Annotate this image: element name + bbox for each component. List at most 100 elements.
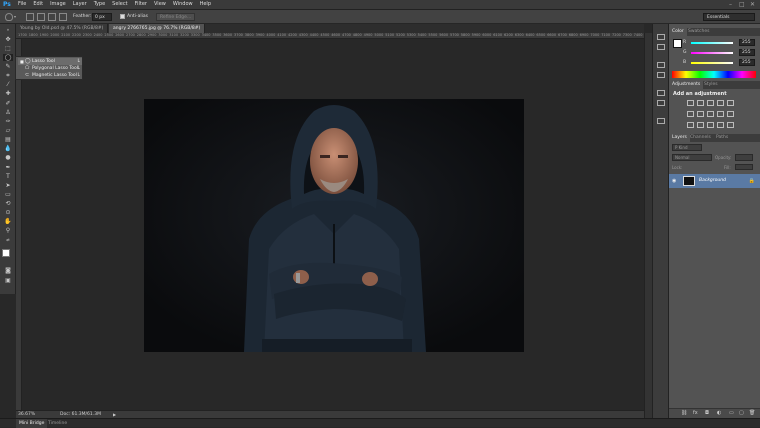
type-tool-icon[interactable]: T <box>3 173 13 180</box>
foreground-color-swatch[interactable] <box>2 249 10 257</box>
clone-stamp-tool-icon[interactable]: ♙ <box>3 109 13 116</box>
new-layer-icon[interactable]: ▢ <box>739 410 744 416</box>
tab-styles[interactable]: Styles <box>701 81 721 89</box>
fill-field[interactable] <box>735 164 753 170</box>
status-menu-arrow-icon[interactable]: ▶ <box>113 411 116 418</box>
eyedropper-tool-icon[interactable]: ⁄ <box>3 81 13 88</box>
history-panel-icon[interactable] <box>657 34 665 40</box>
properties-panel-icon[interactable] <box>657 44 665 50</box>
threshold-icon[interactable] <box>707 122 714 128</box>
anti-alias-checkbox[interactable] <box>120 14 125 19</box>
black-white-icon[interactable] <box>707 111 714 117</box>
menu-select[interactable]: Select <box>112 1 127 9</box>
minimize-icon[interactable]: – <box>729 1 732 8</box>
close-icon[interactable]: ✕ <box>750 1 755 8</box>
blend-mode-select[interactable]: Normal <box>672 154 712 161</box>
channel-mixer-icon[interactable] <box>727 111 734 117</box>
menu-view[interactable]: View <box>154 1 166 9</box>
color-spectrum-ramp[interactable] <box>672 71 756 78</box>
link-layers-icon[interactable]: ⛓ <box>681 410 687 416</box>
add-selection-icon[interactable] <box>37 13 45 21</box>
layer-mask-icon[interactable]: ◘ <box>705 410 709 416</box>
zoom-tool-icon[interactable]: ⚲ <box>3 227 13 234</box>
camera-tool-icon[interactable]: ⊙ <box>3 209 13 216</box>
3d-tool-icon[interactable]: ⟲ <box>3 200 13 207</box>
color-balance-icon[interactable] <box>697 111 704 117</box>
layer-name[interactable]: Background <box>699 178 726 183</box>
hue-saturation-icon[interactable] <box>687 111 694 117</box>
lasso-preset-icon[interactable] <box>5 13 13 21</box>
refine-edge-button[interactable]: Refine Edge... <box>156 13 196 21</box>
brightness-contrast-icon[interactable] <box>687 100 694 106</box>
flyout-lasso-tool[interactable]: ■ ◯ Lasso Tool L <box>18 58 82 65</box>
marquee-tool-icon[interactable]: ⬚ <box>3 45 13 52</box>
layer-style-icon[interactable]: fx <box>693 410 698 416</box>
layer-kind-filter[interactable]: P Kind <box>672 144 702 151</box>
vibrance-icon[interactable] <box>727 100 734 106</box>
curves-icon[interactable] <box>707 100 714 106</box>
photo-filter-icon[interactable] <box>717 111 724 117</box>
gradient-tool-icon[interactable]: ▤ <box>3 136 13 143</box>
pen-tool-icon[interactable]: ✒ <box>3 164 13 171</box>
path-selection-tool-icon[interactable]: ➤ <box>3 182 13 189</box>
subtract-selection-icon[interactable] <box>48 13 56 21</box>
brush-presets-panel-icon[interactable] <box>657 100 665 106</box>
clone-source-panel-icon[interactable] <box>657 118 665 124</box>
vertical-scrollbar[interactable] <box>644 33 652 418</box>
visibility-eye-icon[interactable]: ◉ <box>672 178 676 184</box>
menu-layer[interactable]: Layer <box>73 1 87 9</box>
levels-icon[interactable] <box>697 100 704 106</box>
hand-tool-icon[interactable]: ✋ <box>3 218 13 225</box>
healing-brush-tool-icon[interactable]: ✚ <box>3 90 13 97</box>
zoom-level[interactable]: 36.67% <box>18 411 35 418</box>
flyout-polygonal-lasso-tool[interactable]: ⬠ Polygonal Lasso Tool L <box>18 65 82 72</box>
menu-filter[interactable]: Filter <box>135 1 147 9</box>
new-selection-icon[interactable] <box>26 13 34 21</box>
menu-window[interactable]: Window <box>173 1 193 9</box>
workspace-select[interactable]: Essentials <box>703 13 755 21</box>
lasso-tool-icon[interactable]: ◯ <box>3 54 13 61</box>
intersect-selection-icon[interactable] <box>59 13 67 21</box>
tab-young-by-old[interactable]: Young by Old.psd @ 47.5% (RGB/8#) <box>16 24 108 33</box>
move-tool-icon[interactable]: ✥ <box>3 36 13 43</box>
blur-tool-icon[interactable]: 💧 <box>3 145 13 152</box>
photo-image[interactable] <box>144 99 524 352</box>
crop-tool-icon[interactable]: ⌗ <box>3 72 13 79</box>
blue-slider-bar[interactable] <box>691 62 733 64</box>
gradient-map-icon[interactable] <box>717 122 724 128</box>
tab-adjustments[interactable]: Adjustments <box>669 81 704 89</box>
green-slider-bar[interactable] <box>691 52 733 54</box>
menu-file[interactable]: File <box>18 1 26 9</box>
foreground-color-chip[interactable] <box>673 39 682 48</box>
layer-row-background[interactable]: ◉ Background 🔒 <box>669 174 760 188</box>
swap-colors-icon[interactable]: ⇄ <box>3 236 13 243</box>
green-value-field[interactable]: 255 <box>739 49 755 56</box>
tab-paths[interactable]: Paths <box>713 134 731 142</box>
red-slider-bar[interactable] <box>691 42 733 44</box>
menu-type[interactable]: Type <box>94 1 105 9</box>
history-brush-tool-icon[interactable]: ✑ <box>3 118 13 125</box>
tab-channels[interactable]: Channels <box>687 134 714 142</box>
new-group-icon[interactable]: ▭ <box>729 410 734 416</box>
menu-edit[interactable]: Edit <box>33 1 43 9</box>
menu-help[interactable]: Help <box>200 1 211 9</box>
tab-swatches[interactable]: Swatches <box>685 28 713 36</box>
selective-color-icon[interactable] <box>727 122 734 128</box>
opacity-field[interactable] <box>735 154 753 161</box>
collapse-icon[interactable]: » <box>3 26 13 33</box>
blue-value-field[interactable]: 255 <box>739 59 755 66</box>
delete-layer-icon[interactable]: 🗑 <box>749 410 755 416</box>
rectangle-tool-icon[interactable]: ▭ <box>3 191 13 198</box>
brush-panel-icon[interactable] <box>657 90 665 96</box>
screen-mode-icon[interactable]: ▣ <box>3 277 13 284</box>
invert-icon[interactable] <box>687 122 694 128</box>
brush-tool-icon[interactable]: ✐ <box>3 100 13 107</box>
red-value-field[interactable]: 255 <box>739 39 755 46</box>
dodge-tool-icon[interactable]: ● <box>3 154 13 161</box>
tab-angry-jpg[interactable]: angry 2766765.jpg @ 76.7% (RGB/8#) <box>109 24 205 33</box>
eraser-tool-icon[interactable]: ▱ <box>3 127 13 134</box>
posterize-icon[interactable] <box>697 122 704 128</box>
maximize-icon[interactable]: □ <box>739 1 745 8</box>
quick-selection-tool-icon[interactable]: ✎ <box>3 63 13 70</box>
exposure-icon[interactable] <box>717 100 724 106</box>
